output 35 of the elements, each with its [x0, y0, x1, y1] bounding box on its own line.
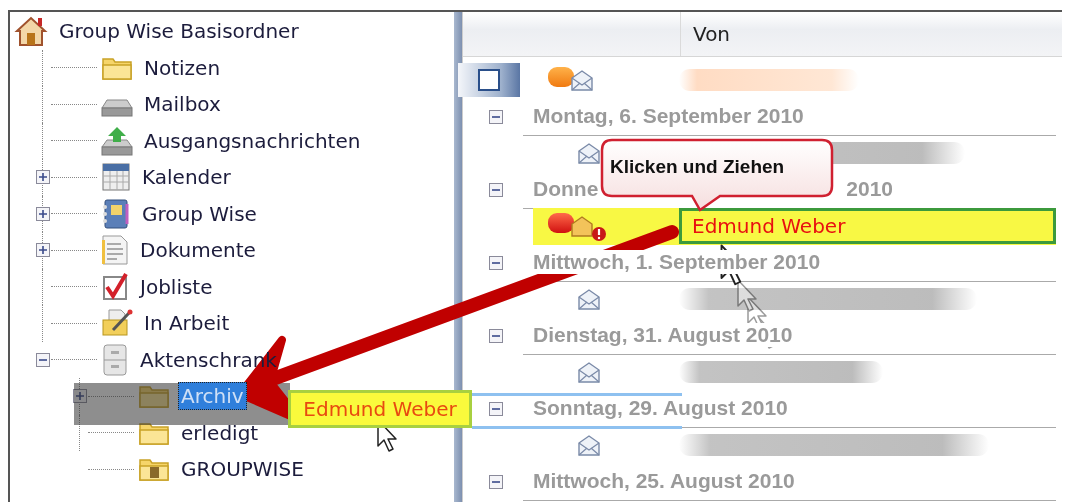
tree-item[interactable]: Ausgangsnachrichten — [141, 126, 364, 155]
collapse-toggle[interactable] — [489, 474, 503, 489]
expand-toggle[interactable] — [36, 206, 50, 221]
collapse-toggle[interactable] — [489, 255, 503, 270]
sender-cell[interactable]: Edmund Weber — [679, 208, 1056, 245]
outbox-icon — [101, 125, 133, 156]
folder-pencil-icon — [101, 308, 133, 339]
callout: Klicken und Ziehen — [600, 138, 834, 212]
tree-item[interactable]: erledigt — [178, 418, 262, 447]
tree-item[interactable]: Dokumente — [137, 236, 259, 265]
tree-item[interactable]: Mailbox — [141, 90, 224, 119]
tree-item[interactable]: GROUPWISE — [178, 455, 307, 484]
collapse-toggle[interactable] — [489, 182, 503, 197]
collapse-toggle[interactable] — [489, 109, 503, 124]
collapse-toggle[interactable] — [36, 352, 50, 367]
checkmark-icon — [101, 271, 129, 302]
tree-item[interactable]: Jobliste — [137, 272, 216, 301]
tree-item[interactable]: Group Wise — [139, 199, 260, 228]
collapse-toggle[interactable] — [489, 401, 503, 416]
address-book-icon — [101, 197, 131, 230]
expand-toggle[interactable] — [73, 389, 87, 404]
document-icon — [101, 234, 129, 267]
select-checkbox[interactable] — [458, 63, 520, 98]
selected-row[interactable]: Edmund Weber — [533, 208, 1056, 245]
collapse-toggle[interactable] — [489, 328, 503, 343]
tree-item[interactable]: Group Wise Basisordner — [56, 17, 302, 46]
tree-item[interactable]: In Arbeit — [141, 309, 233, 338]
expand-toggle[interactable] — [36, 170, 50, 185]
home-icon — [14, 14, 48, 49]
calendar-icon — [101, 162, 131, 193]
drag-label: Edmund Weber — [288, 390, 472, 428]
tree-item[interactable]: Kalender — [139, 163, 234, 192]
file-cabinet-icon — [101, 343, 129, 376]
expand-toggle[interactable] — [36, 243, 50, 258]
tree-item[interactable]: Notizen — [141, 53, 224, 82]
